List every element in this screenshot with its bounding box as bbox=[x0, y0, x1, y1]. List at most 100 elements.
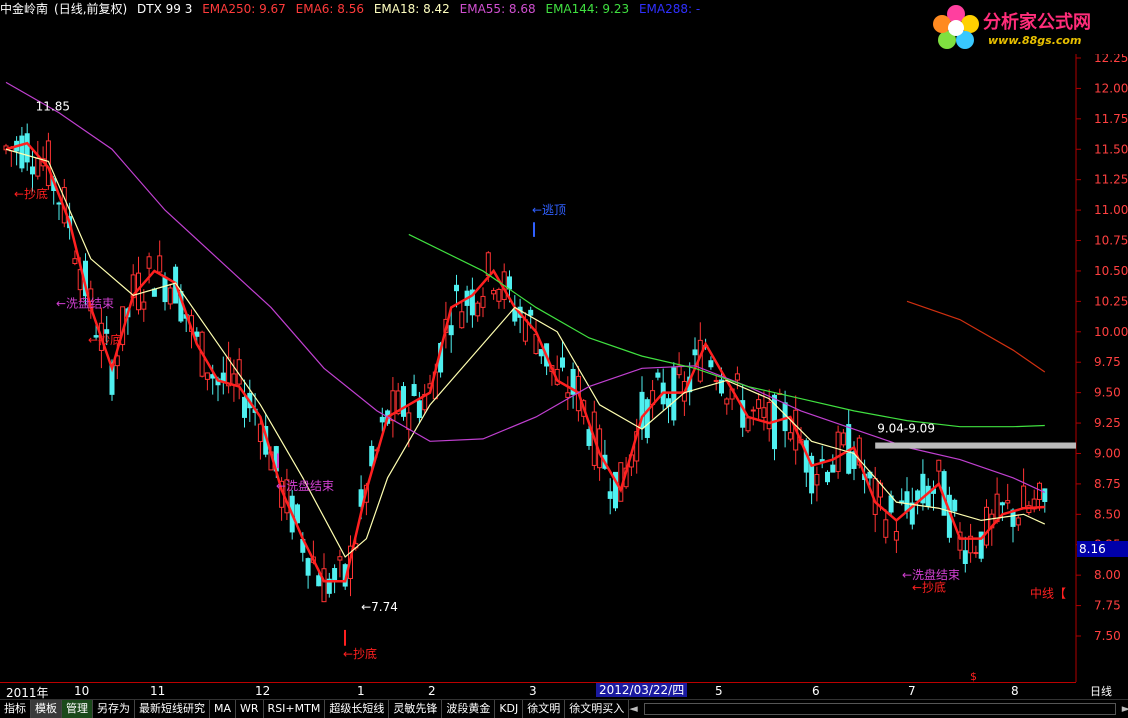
candle-body bbox=[448, 325, 454, 336]
candle-body bbox=[56, 202, 62, 205]
y-tick-label: 10.25 bbox=[1094, 294, 1128, 308]
candle-body bbox=[830, 464, 836, 473]
candle-body bbox=[538, 349, 544, 357]
tab-xu-wenming[interactable]: 徐文明 bbox=[523, 700, 566, 718]
candle-body bbox=[72, 258, 78, 264]
tab-super-long-short[interactable]: 超级长短线 bbox=[325, 700, 390, 718]
tab-ma[interactable]: MA bbox=[210, 700, 237, 718]
tab-indicator[interactable]: 指标 bbox=[0, 700, 31, 718]
y-tick-label: 11.00 bbox=[1094, 203, 1128, 217]
candle-body bbox=[512, 308, 518, 322]
x-tick-month: 5 bbox=[715, 684, 723, 698]
candle-body bbox=[507, 276, 512, 290]
y-tick-label: 10.75 bbox=[1094, 234, 1128, 248]
y-tick-label: 8.00 bbox=[1094, 568, 1121, 582]
candle-body bbox=[607, 491, 613, 499]
period-label: 日线 bbox=[1090, 685, 1112, 698]
candle-body bbox=[337, 556, 343, 561]
x-tick-month: 11 bbox=[150, 684, 166, 698]
candle-body bbox=[713, 379, 719, 382]
candle-body bbox=[1037, 482, 1042, 500]
candle-body bbox=[454, 284, 459, 292]
tab-rsi-mtm[interactable]: RSI+MTM bbox=[264, 700, 326, 718]
candle-body bbox=[1015, 517, 1021, 526]
buy-signal-label: ←抄底 bbox=[88, 332, 122, 347]
logo-url: www.88gs.com bbox=[988, 34, 1082, 47]
ema288-label: EMA288: - bbox=[638, 2, 701, 16]
x-tick-month: 6 bbox=[812, 684, 820, 698]
tab-manage[interactable]: 管理 bbox=[62, 700, 93, 718]
site-logo: 分析家公式网 www.88gs.com bbox=[928, 0, 1128, 54]
candle-body bbox=[883, 519, 889, 538]
buy-signal-label: ←抄底 bbox=[912, 579, 946, 594]
tab-short-term-research[interactable]: 最新短线研究 bbox=[135, 700, 210, 718]
series-line-ema250 bbox=[906, 300, 1046, 373]
tab-save-as[interactable]: 另存为 bbox=[93, 700, 135, 718]
ema250-label: EMA250: 9.67 bbox=[202, 2, 286, 16]
candle-body bbox=[491, 289, 497, 295]
candle-body bbox=[528, 309, 534, 316]
buy-signal-label: ←抄底 bbox=[343, 646, 377, 661]
current-price-marker: 8.16 bbox=[1077, 541, 1128, 557]
y-tick-label: 11.25 bbox=[1094, 173, 1128, 187]
candle-body bbox=[724, 398, 730, 405]
y-tick-label: 9.00 bbox=[1094, 446, 1121, 460]
horizontal-scrollbar[interactable] bbox=[643, 703, 1116, 715]
candle-body bbox=[167, 287, 173, 305]
candle-body bbox=[835, 431, 841, 472]
y-tick-label: 10.00 bbox=[1094, 325, 1128, 339]
x-tick-month: 12 bbox=[255, 684, 271, 698]
tab-kdj[interactable]: KDJ bbox=[495, 700, 524, 718]
x-tick-month: 8 bbox=[1011, 684, 1019, 698]
band-label: 9.04-9.09 bbox=[877, 422, 935, 436]
candle-body bbox=[485, 252, 491, 276]
candle-body bbox=[750, 409, 756, 412]
candle-body bbox=[146, 256, 152, 269]
tab-band-gold[interactable]: 波段黄金 bbox=[442, 700, 496, 718]
tab-xu-wenming-buy[interactable]: 徐文明买入 bbox=[565, 700, 630, 718]
candle-body bbox=[257, 423, 263, 443]
candle-body bbox=[305, 558, 311, 576]
tab-wr[interactable]: WR bbox=[236, 700, 264, 718]
candle-body bbox=[676, 365, 682, 376]
candle-body bbox=[1042, 488, 1048, 502]
stock-name: 中金岭南 bbox=[0, 2, 49, 16]
candle-body bbox=[35, 157, 41, 177]
candle-body bbox=[671, 367, 677, 421]
candle-body bbox=[586, 429, 592, 446]
candle-body bbox=[840, 432, 846, 446]
scroll-right-icon[interactable]: ► bbox=[1122, 700, 1128, 718]
candle-body bbox=[766, 402, 772, 430]
candle-body bbox=[24, 133, 30, 163]
date-cursor: 2012/03/22/四 bbox=[596, 683, 688, 697]
y-tick-label: 7.75 bbox=[1094, 599, 1121, 613]
candle-body bbox=[295, 504, 300, 524]
y-tick-label: 9.50 bbox=[1094, 386, 1121, 400]
candle-body bbox=[157, 255, 163, 273]
candle-body bbox=[973, 552, 979, 555]
candle-body bbox=[480, 295, 486, 308]
candle-body bbox=[194, 331, 200, 337]
candle-body bbox=[644, 399, 650, 438]
ema144-label: EMA144: 9.23 bbox=[545, 2, 630, 16]
candle-body bbox=[19, 135, 25, 169]
series-line-ema6 bbox=[5, 141, 1045, 583]
indicator-header: 中金岭南 (日线,前复权) DTX 99 3 EMA250: 9.67 EMA6:… bbox=[0, 0, 930, 18]
candle-body bbox=[316, 575, 322, 587]
y-tick-label: 9.75 bbox=[1094, 355, 1121, 369]
tab-scroller: ◄ ► bbox=[629, 700, 1128, 718]
price-chart[interactable]: 7.507.758.008.258.508.759.009.259.509.75… bbox=[0, 0, 1128, 717]
x-tick-month: 2 bbox=[428, 684, 436, 698]
ema6-label: EMA6: 8.56 bbox=[295, 2, 364, 16]
candle-body bbox=[496, 288, 502, 302]
scroll-left-icon[interactable]: ◄ bbox=[629, 700, 637, 718]
candle-body bbox=[406, 412, 412, 430]
tab-template[interactable]: 模板 bbox=[31, 700, 62, 718]
candle-body bbox=[734, 373, 740, 381]
candle-body bbox=[321, 568, 327, 603]
tab-sensitive-pioneer[interactable]: 灵敏先锋 bbox=[389, 700, 443, 718]
candle-body bbox=[416, 400, 422, 419]
candle-body bbox=[984, 506, 989, 546]
candle-body bbox=[952, 499, 958, 512]
candle-body bbox=[141, 301, 147, 310]
